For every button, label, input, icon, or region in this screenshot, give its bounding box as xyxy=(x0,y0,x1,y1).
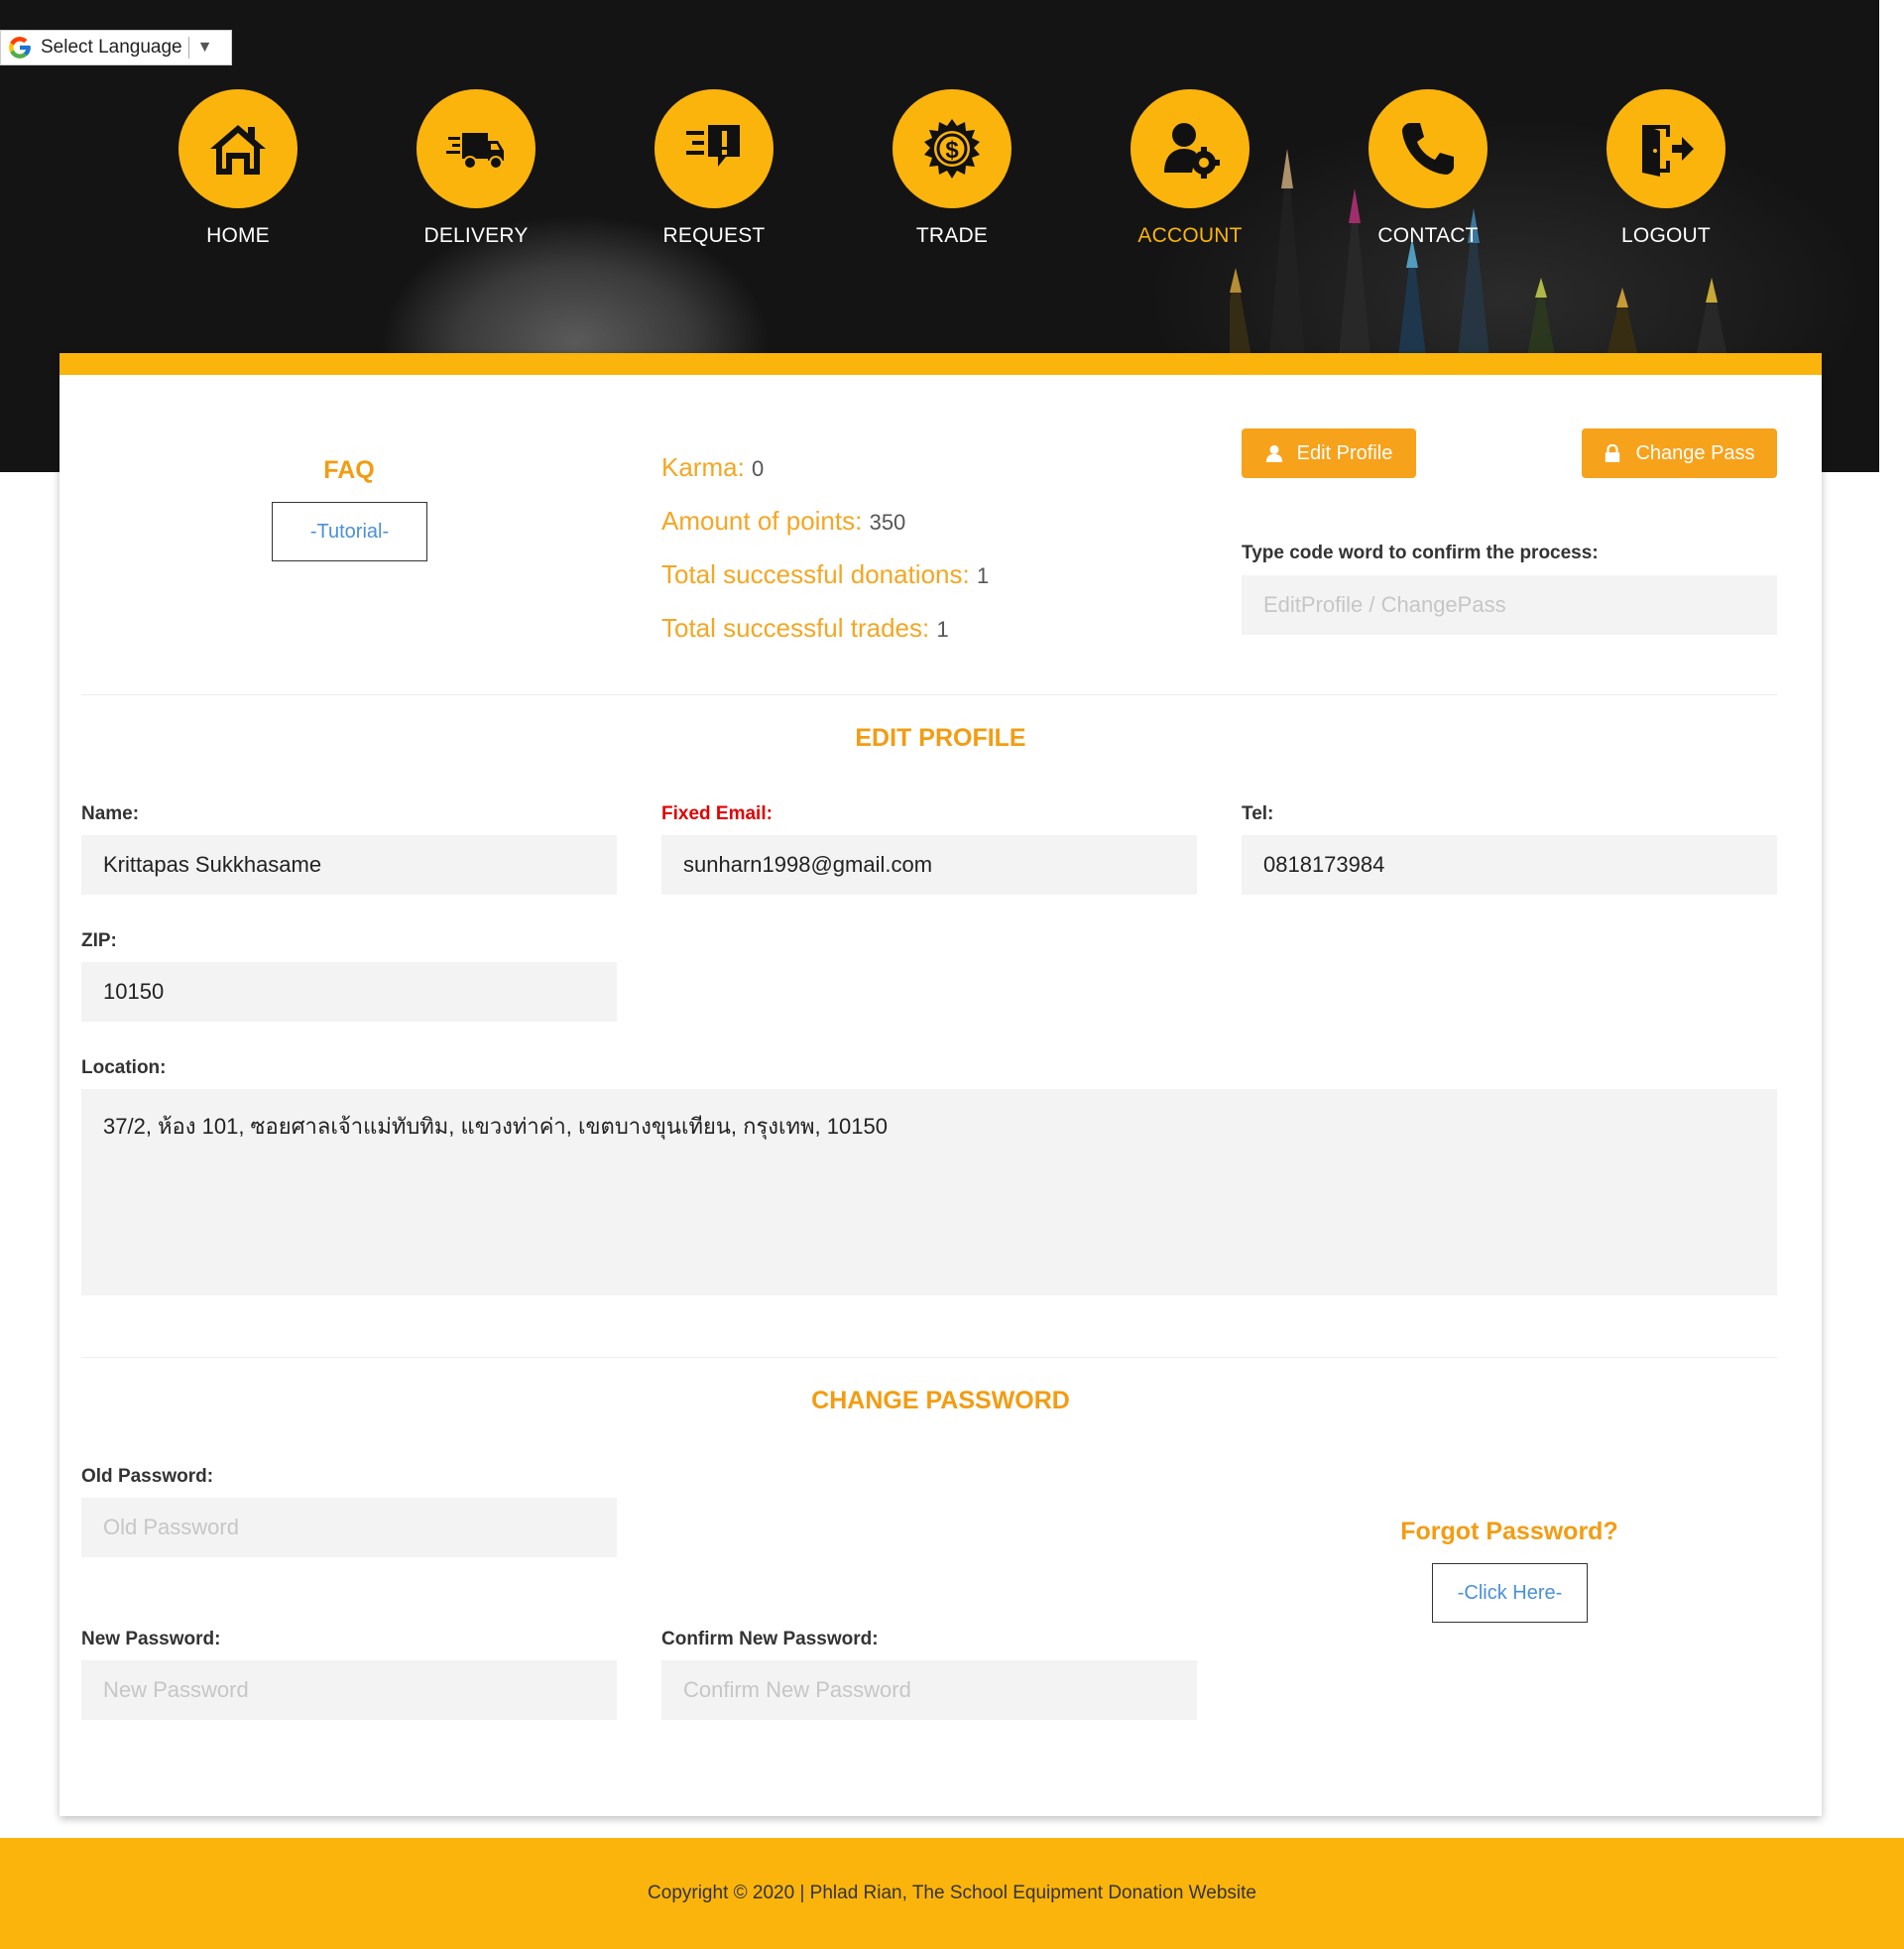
nav-label: CONTACT xyxy=(1377,224,1479,247)
nav-circle[interactable] xyxy=(178,89,298,208)
nav-circle[interactable] xyxy=(1606,89,1726,208)
account-card: FAQ -Tutorial- Karma: 0 Amount of points… xyxy=(60,353,1822,1816)
karma-label: Karma: xyxy=(661,452,745,482)
nav-item-home[interactable]: HOME xyxy=(139,89,337,248)
edit-profile-label: Edit Profile xyxy=(1296,441,1393,464)
logout-door-icon xyxy=(1642,125,1694,177)
nav-circle[interactable]: $ xyxy=(892,89,1012,208)
footer: Copyright © 2020 | Phlad Rian, The Schoo… xyxy=(0,1838,1904,1949)
nav-item-logout[interactable]: LOGOUT xyxy=(1567,89,1765,248)
karma-value: 0 xyxy=(752,456,765,481)
trades-value: 1 xyxy=(936,617,949,642)
request-icon xyxy=(686,125,740,167)
new-password-input[interactable]: New Password xyxy=(81,1660,617,1720)
nav-item-request[interactable]: REQUEST xyxy=(615,89,813,248)
confirm-password-input[interactable]: Confirm New Password xyxy=(661,1660,1197,1720)
location-textarea[interactable]: 37/2, ห้อง 101, ซอยศาลเจ้าแม่ทับทิม, แขว… xyxy=(81,1089,1777,1295)
code-word-label: Type code word to confirm the process: xyxy=(1242,543,1599,563)
trades-stat: Total successful trades: 1 xyxy=(661,613,949,644)
karma-stat: Karma: 0 xyxy=(661,452,764,483)
tel-field[interactable]: 0818173984 xyxy=(1242,835,1777,895)
nav-circle[interactable] xyxy=(416,89,536,208)
points-value: 350 xyxy=(869,510,906,535)
zip-field[interactable]: 10150 xyxy=(81,962,617,1022)
zip-label: ZIP: xyxy=(81,930,117,951)
phone-icon xyxy=(1402,123,1454,175)
change-pass-label: Change Pass xyxy=(1635,441,1755,464)
change-password-title: CHANGE PASSWORD xyxy=(811,1387,1070,1414)
donations-label: Total successful donations: xyxy=(661,559,970,589)
tel-label: Tel: xyxy=(1242,803,1274,824)
confirm-password-label: Confirm New Password: xyxy=(661,1629,879,1649)
copyright-text: Copyright © 2020 | Phlad Rian, The Schoo… xyxy=(648,1883,1256,1903)
old-password-input[interactable]: Old Password xyxy=(81,1498,617,1557)
change-pass-button[interactable]: Change Pass xyxy=(1582,428,1777,478)
section-divider xyxy=(81,694,1777,695)
edit-profile-button[interactable]: Edit Profile xyxy=(1242,428,1416,478)
nav-item-delivery[interactable]: DELIVERY xyxy=(377,89,575,248)
nav-item-trade[interactable]: $ TRADE xyxy=(853,89,1051,248)
forgot-password-title: Forgot Password? xyxy=(1400,1518,1618,1545)
nav-label: TRADE xyxy=(915,224,989,247)
language-selector-label: Select Language xyxy=(41,37,182,58)
faq-title: FAQ xyxy=(323,456,375,484)
email-field: sunharn1998@gmail.com xyxy=(661,835,1197,895)
nav-label: DELIVERY xyxy=(423,224,529,247)
donations-stat: Total successful donations: 1 xyxy=(661,559,989,590)
old-password-label: Old Password: xyxy=(81,1466,214,1487)
language-selector[interactable]: Select Language ▼ xyxy=(0,30,232,65)
points-stat: Amount of points: 350 xyxy=(661,506,905,537)
name-field[interactable]: Krittapas Sukkhasame xyxy=(81,835,617,895)
nav-item-account[interactable]: ACCOUNT xyxy=(1091,89,1289,248)
account-settings-icon xyxy=(1164,123,1220,179)
nav-circle[interactable] xyxy=(654,89,774,208)
language-selector-divider xyxy=(187,37,189,59)
points-label: Amount of points: xyxy=(661,506,863,536)
name-label: Name: xyxy=(81,803,140,824)
fixed-email-label: Fixed Email: xyxy=(661,803,773,824)
nav-circle[interactable] xyxy=(1368,89,1488,208)
chevron-down-icon[interactable]: ▼ xyxy=(197,39,213,57)
home-icon xyxy=(210,125,266,175)
nav-label: HOME xyxy=(206,224,270,247)
google-g-icon xyxy=(9,37,31,59)
nav-label: REQUEST xyxy=(662,224,766,247)
trade-coin-icon: $ xyxy=(924,119,980,179)
trades-label: Total successful trades: xyxy=(661,613,930,643)
donations-value: 1 xyxy=(976,563,990,588)
delivery-truck-icon xyxy=(446,133,504,170)
location-label: Location: xyxy=(81,1057,167,1078)
lock-icon xyxy=(1606,444,1620,462)
user-icon xyxy=(1265,444,1282,462)
nav-circle[interactable] xyxy=(1130,89,1250,208)
forgot-password-button[interactable]: -Click Here- xyxy=(1432,1563,1588,1623)
nav-label: LOGOUT xyxy=(1621,224,1711,247)
section-divider xyxy=(81,1357,1777,1358)
nav-label: ACCOUNT xyxy=(1137,224,1243,247)
edit-profile-title: EDIT PROFILE xyxy=(855,724,1026,752)
code-word-input[interactable]: EditProfile / ChangePass xyxy=(1242,575,1777,635)
new-password-label: New Password: xyxy=(81,1629,221,1649)
svg-text:$: $ xyxy=(945,137,959,164)
tutorial-button[interactable]: -Tutorial- xyxy=(272,502,427,561)
nav-item-contact[interactable]: CONTACT xyxy=(1329,89,1527,248)
main-navigation: HOME DELIVERY REQUEST $ TRADE ACCOUNT CO… xyxy=(0,89,1879,258)
